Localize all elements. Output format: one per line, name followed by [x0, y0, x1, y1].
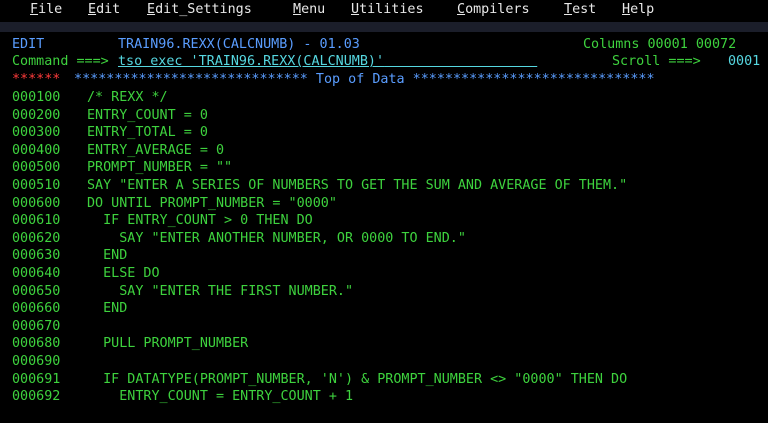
line-number[interactable]: 000650	[12, 283, 60, 301]
source-line: 000650 SAY "ENTER THE FIRST NUMBER."	[0, 283, 768, 301]
top-of-data-banner: ***************************** Top of Dat…	[66, 72, 655, 87]
scroll-label: Scroll ===>	[612, 54, 701, 69]
line-code[interactable]: PROMPT_NUMBER = ""	[87, 159, 232, 177]
line-code[interactable]: IF ENTRY_COUNT > 0 THEN DO	[87, 212, 313, 230]
dataset-title: TRAIN96.REXX(CALCNUMB) - 01.03	[118, 37, 360, 52]
line-number[interactable]: 000510	[12, 177, 60, 195]
line-number[interactable]: 000610	[12, 212, 60, 230]
source-line: 000691 IF DATATYPE(PROMPT_NUMBER, 'N') &…	[0, 371, 768, 389]
line-code[interactable]: ELSE DO	[87, 265, 159, 283]
source-line: 000200 ENTRY_COUNT = 0	[0, 107, 768, 125]
line-number[interactable]: 000680	[12, 335, 60, 353]
line-number[interactable]: 000670	[12, 318, 60, 336]
source-line: 000630 END	[0, 247, 768, 265]
line-code[interactable]: SAY "ENTER ANOTHER NUMBER, OR 0000 TO EN…	[87, 230, 466, 248]
line-number[interactable]: 000600	[12, 195, 60, 213]
source-line: 000400 ENTRY_AVERAGE = 0	[0, 142, 768, 160]
line-code[interactable]: ENTRY_COUNT = ENTRY_COUNT + 1	[87, 388, 353, 406]
menu-test[interactable]: Test	[564, 0, 596, 19]
line-code[interactable]: IF DATATYPE(PROMPT_NUMBER, 'N') & PROMPT…	[87, 371, 627, 389]
source-line: 000510 SAY "ENTER A SERIES OF NUMBERS TO …	[0, 177, 768, 195]
line-code[interactable]: ENTRY_TOTAL = 0	[87, 124, 208, 142]
source-line: 000660 END	[0, 300, 768, 318]
line-code[interactable]: DO UNTIL PROMPT_NUMBER = "0000"	[87, 195, 337, 213]
edit-header: EDIT TRAIN96.REXX(CALCNUMB) - 01.03 Colu…	[0, 36, 768, 54]
edit-mode-label: EDIT	[12, 37, 45, 52]
menu-compilers[interactable]: Compilers	[457, 0, 530, 19]
menu-help[interactable]: Help	[622, 0, 654, 19]
top-of-data-marker: ******	[12, 72, 61, 87]
line-number[interactable]: 000300	[12, 124, 60, 142]
menu-separator	[0, 22, 768, 32]
source-line: 000620 SAY "ENTER ANOTHER NUMBER, OR 000…	[0, 230, 768, 248]
line-code[interactable]: SAY "ENTER THE FIRST NUMBER."	[87, 283, 353, 301]
line-number[interactable]: 000690	[12, 353, 60, 371]
source-line: 000692 ENTRY_COUNT = ENTRY_COUNT + 1	[0, 388, 768, 406]
line-number[interactable]: 000692	[12, 388, 60, 406]
menu-edit-settings[interactable]: Edit_Settings	[147, 0, 252, 19]
menu-file[interactable]: File	[30, 0, 62, 19]
scroll-amount-input[interactable]: 0001	[728, 53, 760, 71]
command-input[interactable]: tso exec 'TRAIN96.REXX(CALCNUMB)'	[118, 53, 537, 71]
columns-indicator: Columns 00001 00072	[583, 37, 737, 52]
source-line: 000690	[0, 353, 768, 371]
line-code[interactable]: ENTRY_AVERAGE = 0	[87, 142, 224, 160]
line-number[interactable]: 000640	[12, 265, 60, 283]
source-line: 000610 IF ENTRY_COUNT > 0 THEN DO	[0, 212, 768, 230]
line-number[interactable]: 000620	[12, 230, 60, 248]
line-code[interactable]: /* REXX */	[87, 89, 168, 107]
source-line: 000600 DO UNTIL PROMPT_NUMBER = "0000"	[0, 195, 768, 213]
top-of-data-line: ****** ***************************** Top…	[0, 71, 768, 89]
menu-utilities[interactable]: Utilities	[351, 0, 424, 19]
line-code[interactable]: END	[87, 247, 127, 265]
command-line: Command ===> tso exec 'TRAIN96.REXX(CALC…	[0, 53, 768, 71]
menu-edit[interactable]: Edit	[88, 0, 120, 19]
line-number[interactable]: 000400	[12, 142, 60, 160]
line-code[interactable]: END	[87, 300, 127, 318]
menu-bar: File Edit Edit_Settings Menu Utilities C…	[0, 0, 768, 22]
line-number[interactable]: 000500	[12, 159, 60, 177]
line-number[interactable]: 000630	[12, 247, 60, 265]
source-line: 000640 ELSE DO	[0, 265, 768, 283]
line-code[interactable]: SAY "ENTER A SERIES OF NUMBERS TO GET TH…	[87, 177, 627, 195]
line-number[interactable]: 000100	[12, 89, 60, 107]
ispf-editor-screen: File Edit Edit_Settings Menu Utilities C…	[0, 0, 768, 423]
source-line: 000300 ENTRY_TOTAL = 0	[0, 124, 768, 142]
source-line: 000680 PULL PROMPT_NUMBER	[0, 335, 768, 353]
line-number[interactable]: 000660	[12, 300, 60, 318]
line-number[interactable]: 000691	[12, 371, 60, 389]
source-line: 000500 PROMPT_NUMBER = ""	[0, 159, 768, 177]
line-code[interactable]: PULL PROMPT_NUMBER	[87, 335, 248, 353]
line-number[interactable]: 000200	[12, 107, 60, 125]
menu-menu[interactable]: Menu	[293, 0, 325, 19]
line-code[interactable]: ENTRY_COUNT = 0	[87, 107, 208, 125]
source-line: 000670	[0, 318, 768, 336]
source-line: 000100 /* REXX */	[0, 89, 768, 107]
command-label: Command ===>	[12, 54, 109, 69]
